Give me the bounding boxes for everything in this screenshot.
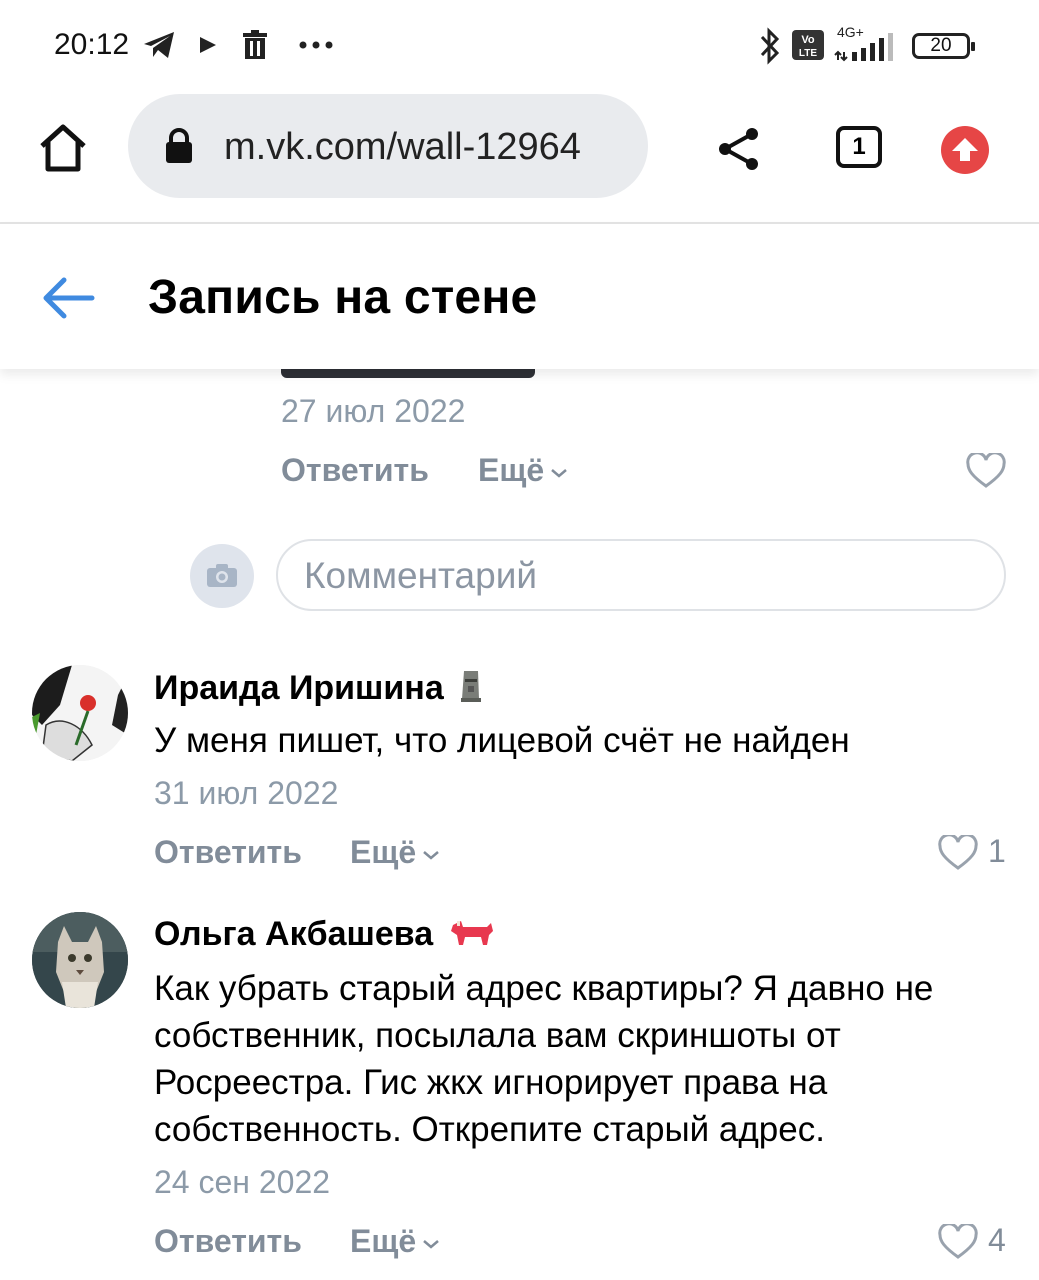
reply-button[interactable]: Ответить [154, 1223, 302, 1260]
chevron-down-icon [423, 1239, 439, 1249]
camera-icon [207, 564, 237, 587]
tabs-counter-button[interactable]: 1 [836, 126, 882, 168]
author-name: Ираида Иришина [154, 669, 444, 707]
more-button[interactable]: Ещё [350, 1223, 440, 1260]
more-dots-icon [299, 41, 333, 49]
user-avatar-placeholder[interactable] [190, 544, 254, 608]
url-text[interactable]: m.vk.com/wall-12964 [224, 126, 581, 169]
back-arrow-icon[interactable] [42, 276, 96, 320]
volte-icon: Vo LTE [792, 30, 824, 60]
page-header: Запись на стене [0, 224, 1039, 369]
comment-date: 27 июл 2022 [281, 393, 466, 429]
chevron-down-icon [423, 850, 439, 860]
signal-icon [834, 33, 893, 62]
svg-text:Vo: Vo [801, 34, 815, 46]
trash-icon [243, 30, 267, 59]
chevron-down-icon [551, 468, 567, 478]
author-name: Ольга Акбашева [154, 915, 434, 953]
comment-author[interactable]: Ольга Акбашева [154, 915, 495, 954]
comment-author[interactable]: Ираида Иришина [154, 669, 483, 708]
home-icon[interactable] [38, 124, 88, 172]
share-icon[interactable] [716, 126, 762, 172]
battery-indicator: 20 [912, 33, 975, 59]
comment-input-placeholder: Комментарий [304, 555, 538, 596]
svg-text:LTE: LTE [799, 48, 817, 59]
ox-emoji-icon [450, 921, 493, 945]
upload-icon[interactable] [940, 125, 990, 175]
bluetooth-icon [760, 27, 780, 65]
like-count: 4 [988, 1222, 1006, 1258]
comments-area: 27 июл 2022 Ответить Ещё Комментарий Ира… [0, 369, 1039, 1280]
play-icon [200, 37, 216, 53]
telegram-icon [144, 32, 174, 58]
previous-comment-attachment[interactable] [281, 369, 535, 378]
moai-emoji-icon [461, 671, 482, 702]
status-bar: 20:12 Vo LTE 4G+ 20 [0, 0, 1039, 92]
avatar[interactable] [32, 665, 128, 761]
address-bar[interactable]: m.vk.com/wall-12964 [128, 94, 648, 198]
more-button[interactable]: Ещё [478, 452, 568, 489]
more-label: Ещё [478, 452, 545, 488]
avatar-image [32, 665, 128, 761]
lock-icon [166, 128, 192, 163]
like-heart-icon[interactable] [938, 835, 978, 871]
more-label: Ещё [350, 834, 417, 870]
comment-input[interactable]: Комментарий [276, 539, 1006, 611]
comment-date: 31 июл 2022 [154, 775, 339, 811]
comment-date: 24 сен 2022 [154, 1164, 331, 1200]
comment-text: У меня пишет, что лицевой счёт не найден [154, 721, 850, 760]
like-count: 1 [988, 833, 1006, 869]
reply-button[interactable]: Ответить [154, 834, 302, 871]
avatar-image [32, 912, 128, 1008]
like-heart-icon[interactable] [938, 1224, 978, 1260]
avatar[interactable] [32, 912, 128, 1008]
browser-toolbar: m.vk.com/wall-12964 1 [0, 92, 1039, 224]
status-time: 20:12 [54, 28, 130, 61]
more-button[interactable]: Ещё [350, 834, 440, 871]
more-label: Ещё [350, 1223, 417, 1259]
comment-text: Как убрать старый адрес квартиры? Я давн… [154, 969, 934, 1149]
like-heart-icon[interactable] [966, 453, 1006, 489]
page-title: Запись на стене [148, 271, 538, 324]
reply-button[interactable]: Ответить [281, 452, 429, 489]
